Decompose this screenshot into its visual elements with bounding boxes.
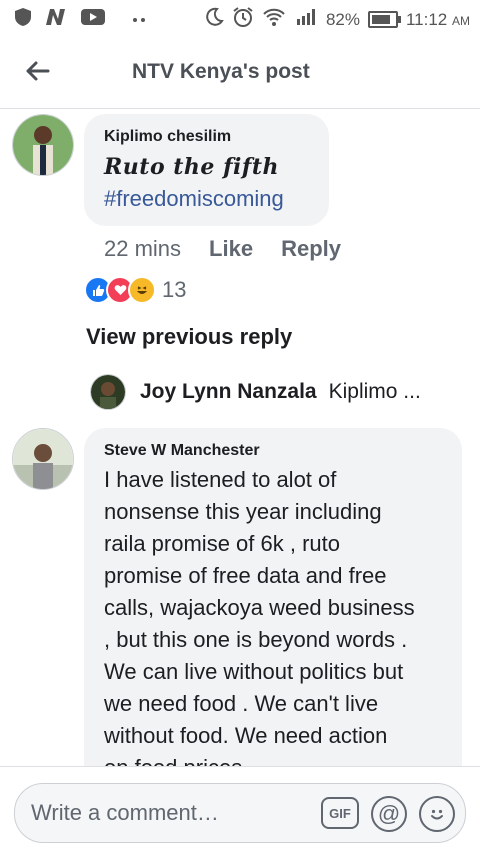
like-button[interactable]: Like xyxy=(209,236,253,262)
comment-line: nonsense this year including xyxy=(104,499,382,524)
comment-line: without food. We need action xyxy=(104,723,388,748)
comment-composer: GIF @ xyxy=(0,766,480,855)
gif-button[interactable]: GIF xyxy=(321,797,359,829)
reply-button[interactable]: Reply xyxy=(281,236,341,262)
comment-input-container[interactable]: GIF @ xyxy=(14,783,466,843)
comment-line: calls, wajackoya weed business xyxy=(104,595,415,620)
emoji-button[interactable] xyxy=(419,796,455,832)
page-title: NTV Kenya's post xyxy=(132,60,310,83)
reply-author: Joy Lynn Nanzala xyxy=(140,380,317,403)
avatar[interactable] xyxy=(12,114,74,176)
comment-line: We can live without politics but xyxy=(104,659,404,684)
alarm-icon xyxy=(232,6,254,33)
wifi-icon xyxy=(262,7,286,32)
comment-actions: 22 mins Like Reply xyxy=(104,236,341,262)
comment-line: promise of free data and free xyxy=(104,563,387,588)
comment-line: we need food . We can't live xyxy=(104,691,379,716)
comment-line: raila promise of 6k , ruto xyxy=(104,531,340,556)
comment-author[interactable]: Kiplimo chesilim xyxy=(104,128,231,146)
avatar xyxy=(90,374,126,410)
comment-input[interactable] xyxy=(29,796,313,830)
reply-preview[interactable]: Joy Lynn Nanzala Kiplimo ... xyxy=(90,374,421,410)
reply-snippet: Kiplimo ... xyxy=(328,380,421,403)
youtube-icon xyxy=(80,7,106,32)
view-previous-reply-link[interactable]: View previous reply xyxy=(86,324,292,350)
comment-author[interactable]: Steve W Manchester xyxy=(104,442,260,460)
arrow-left-icon xyxy=(26,61,50,81)
n-app-icon xyxy=(44,7,68,32)
hashtag-link[interactable]: #freedomiscoming xyxy=(104,186,284,212)
back-button[interactable] xyxy=(20,54,54,88)
reaction-count: 13 xyxy=(162,277,187,302)
comment-bubble[interactable]: Kiplimo chesilim Ruto the fifth #freedom… xyxy=(84,114,329,226)
comment-time: 22 mins xyxy=(104,236,182,261)
haha-reaction-icon xyxy=(128,276,156,304)
dots-icon xyxy=(132,11,146,29)
avatar[interactable] xyxy=(12,428,74,490)
smiley-icon xyxy=(431,809,443,820)
shield-icon xyxy=(14,7,32,32)
moon-icon xyxy=(204,7,224,32)
reactions-summary[interactable]: 13 xyxy=(84,276,186,304)
app-header: NTV Kenya's post xyxy=(0,36,480,109)
battery-percent: 82% xyxy=(325,9,360,29)
comment-text: Ruto the fifth xyxy=(104,154,280,180)
signal-icon xyxy=(294,7,318,32)
comment-text: I have listened to alot of nonsense this… xyxy=(104,464,454,784)
mention-button[interactable]: @ xyxy=(371,796,407,832)
battery-icon xyxy=(367,11,401,28)
comment-line: I have listened to alot of xyxy=(104,467,337,492)
comment-line: , but this one is beyond words . xyxy=(104,627,408,652)
status-bar: 82% 11:12 AM xyxy=(0,0,480,36)
clock: 11:12 AM xyxy=(405,9,470,29)
